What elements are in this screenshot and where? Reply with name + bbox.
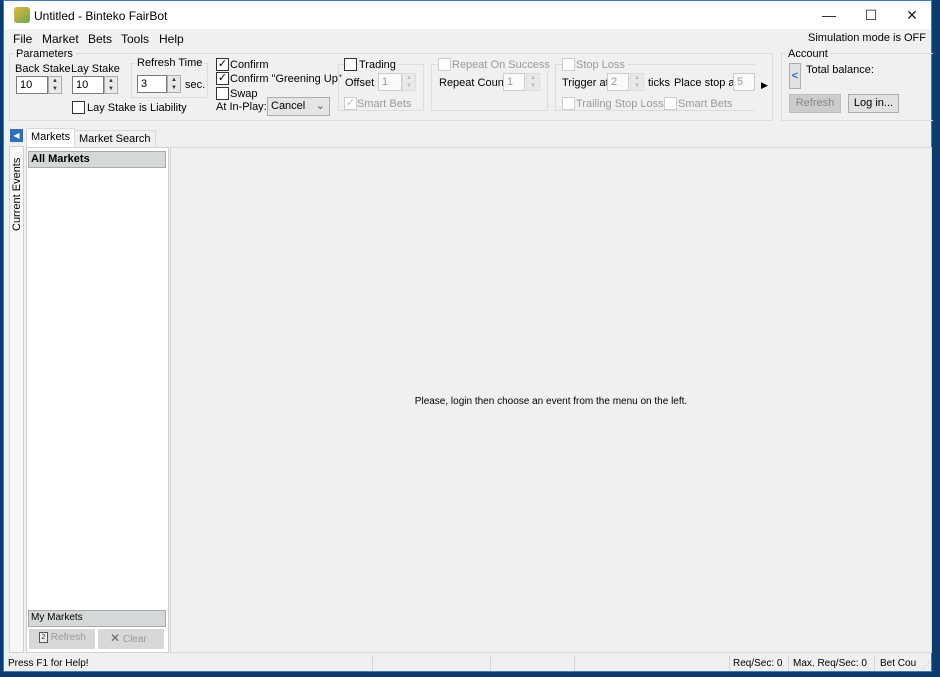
menu-bets[interactable]: Bets <box>88 32 112 46</box>
place-stop-input[interactable]: 5 <box>733 73 755 91</box>
in-play-select[interactable]: Cancel ⌄ <box>267 97 330 116</box>
my-markets-header[interactable]: My Markets <box>28 610 166 627</box>
swap-label: Swap <box>230 88 258 100</box>
lay-stake-spinner[interactable]: ▲ ▼ <box>104 76 118 94</box>
main-content-panel: Please, login then choose an event from … <box>170 147 932 653</box>
back-stake-input[interactable]: 10 <box>16 76 48 94</box>
repeat-count-label: Repeat Count <box>439 77 507 89</box>
all-markets-header[interactable]: All Markets <box>28 151 166 168</box>
repeat-on-success-checkbox[interactable] <box>438 58 451 71</box>
offset-spinner[interactable]: ▲ ▼ <box>402 73 416 91</box>
parameters-label: Parameters <box>14 48 75 60</box>
menu-file[interactable]: File <box>13 32 32 46</box>
place-stop-label: Place stop at <box>674 77 738 89</box>
confirm-greening-checkbox[interactable]: ✓ <box>216 72 229 85</box>
title-bar: Untitled - Binteko FairBot — ☐ ✕ <box>4 1 931 29</box>
repeat-on-success-label: Repeat On Success <box>452 59 552 71</box>
ticks-label: ticks <box>648 77 670 89</box>
clear-x-icon: ✕ <box>110 631 121 645</box>
confirm-checkbox[interactable]: ✓ <box>216 58 229 71</box>
in-play-label: At In-Play: <box>216 101 267 113</box>
status-divider <box>490 656 491 671</box>
total-balance-label: Total balance: <box>806 64 874 76</box>
markets-panel: All Markets My Markets 2 Refresh ✕ Clear <box>26 147 169 653</box>
menu-market[interactable]: Market <box>42 32 79 46</box>
account-collapse-button[interactable]: < <box>789 63 801 89</box>
offset-input[interactable]: 1 <box>378 73 402 91</box>
scroll-right-arrow-icon[interactable]: ▶ <box>761 80 768 91</box>
status-max-req-sec: Max. Req/Sec: 0 <box>793 658 867 669</box>
maximize-button[interactable]: ☐ <box>849 1 893 29</box>
swap-checkbox[interactable] <box>216 87 229 100</box>
my-markets-refresh-label: Refresh <box>50 632 86 644</box>
my-markets-clear-button[interactable]: ✕ Clear <box>98 629 164 649</box>
back-stake-label: Back Stake <box>15 63 71 75</box>
refresh-time-input[interactable]: 3 <box>137 75 167 93</box>
menu-help[interactable]: Help <box>159 32 184 46</box>
menu-tools[interactable]: Tools <box>121 32 149 46</box>
trading-smart-bets-checkbox[interactable]: ✓ <box>344 97 357 110</box>
status-bet-count: Bet Cou <box>880 658 917 669</box>
account-label: Account <box>786 48 830 60</box>
repeat-count-input[interactable]: 1 <box>503 73 525 91</box>
status-divider <box>729 656 730 671</box>
trading-checkbox[interactable] <box>344 58 357 71</box>
back-stake-spinner[interactable]: ▲ ▼ <box>48 76 62 94</box>
refresh-time-label: Refresh Time <box>135 57 205 69</box>
collapse-sidebar-button[interactable]: ◀ <box>10 129 23 142</box>
trigger-input[interactable]: 2 <box>607 73 629 91</box>
confirm-label: Confirm <box>230 59 269 71</box>
main-message: Please, login then choose an event from … <box>414 396 688 407</box>
stop-loss-label: Stop Loss <box>576 59 627 71</box>
confirm-greening-label: Confirm "Greening Up" <box>230 73 342 85</box>
trading-label: Trading <box>359 59 398 71</box>
current-events-label: Current Events <box>11 157 23 231</box>
status-divider <box>574 656 575 671</box>
chevron-down-icon: ⌄ <box>315 100 325 112</box>
my-markets-refresh-button[interactable]: 2 Refresh <box>29 629 95 649</box>
lay-stake-liability-checkbox[interactable] <box>72 101 85 114</box>
app-icon <box>14 7 30 23</box>
tab-markets[interactable]: Markets <box>26 128 76 148</box>
simulation-mode-status: Simulation mode is OFF <box>808 32 926 44</box>
status-req-sec: Req/Sec: 0 <box>733 658 783 669</box>
account-refresh-button[interactable]: Refresh <box>789 94 841 113</box>
stop-smart-bets-label: Smart Bets <box>678 98 733 110</box>
repeat-count-spinner[interactable]: ▲ ▼ <box>526 73 540 91</box>
stop-smart-bets-checkbox[interactable] <box>664 97 677 110</box>
trading-smart-bets-label: Smart Bets <box>357 98 412 110</box>
trigger-spinner[interactable]: ▲ ▼ <box>630 73 644 91</box>
resize-grip-icon[interactable]: ⋰ <box>922 661 930 670</box>
trigger-label: Trigger at <box>562 77 609 89</box>
trailing-stop-loss-checkbox[interactable] <box>562 97 575 110</box>
current-events-side-tab[interactable]: Current Events <box>9 146 24 653</box>
trailing-stop-loss-label: Trailing Stop Loss <box>576 98 664 110</box>
lay-stake-label: Lay Stake <box>71 63 120 75</box>
refresh-icon: 2 <box>39 632 48 643</box>
in-play-value: Cancel <box>271 100 306 112</box>
close-button[interactable]: ✕ <box>890 1 934 29</box>
offset-label: Offset <box>345 77 375 89</box>
status-divider <box>788 656 789 671</box>
lay-stake-input[interactable]: 10 <box>72 76 104 94</box>
app-window: Untitled - Binteko FairBot — ☐ ✕ File Ma… <box>3 0 933 672</box>
stop-loss-checkbox[interactable] <box>562 58 575 71</box>
tab-market-search[interactable]: Market Search <box>74 130 156 148</box>
status-divider <box>372 656 373 671</box>
status-divider <box>874 656 875 671</box>
status-help: Press F1 for Help! <box>8 658 89 669</box>
window-title: Untitled - Binteko FairBot <box>34 9 168 23</box>
lay-stake-liability-label: Lay Stake is Liability <box>87 102 187 114</box>
refresh-time-spinner[interactable]: ▲ ▼ <box>167 75 181 93</box>
login-button[interactable]: Log in... <box>848 94 899 113</box>
refresh-unit: sec. <box>185 79 206 91</box>
my-markets-clear-label: Clear <box>122 634 147 645</box>
minimize-button[interactable]: — <box>807 1 851 29</box>
